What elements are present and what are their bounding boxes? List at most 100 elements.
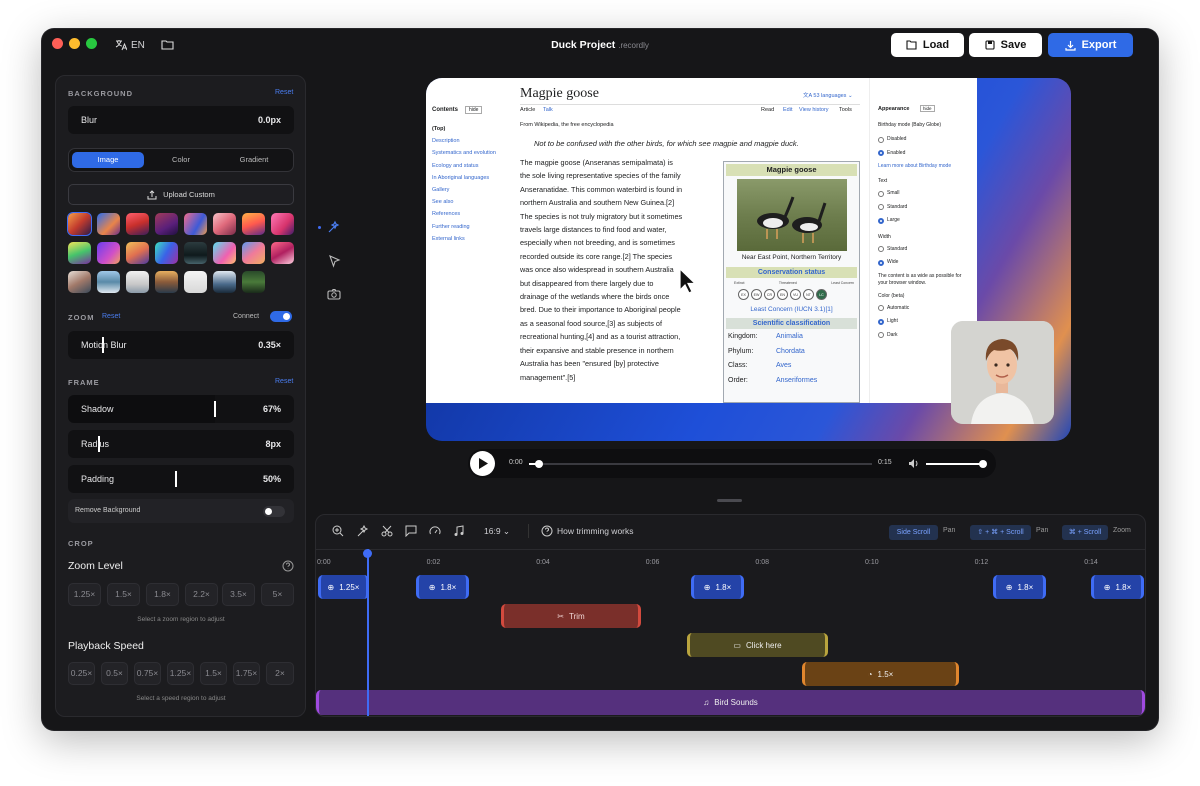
wallpaper-thumb[interactable] [184,271,207,293]
annotation-clip[interactable]: ▭ Click here [687,633,828,657]
scissors-icon[interactable] [381,525,393,537]
tab-color[interactable]: Color [145,152,217,168]
magic-wand-icon[interactable] [326,219,342,235]
frame-reset-link[interactable]: Reset [275,378,293,385]
audio-clip[interactable]: ♫ Bird Sounds [316,690,1145,715]
blur-slider[interactable]: Blur 0.0px [68,106,294,134]
wallpaper-thumb[interactable] [213,242,236,264]
shadow-slider[interactable]: Shadow 67% [68,395,294,423]
zoom-level-option[interactable]: 1.25× [68,583,101,606]
wallpaper-thumb[interactable] [213,213,236,235]
cursor-icon[interactable] [326,253,342,269]
speed-option[interactable]: 0.75× [134,662,161,685]
wallpaper-thumb[interactable] [155,271,178,293]
tab-image[interactable]: Image [72,152,144,168]
motion-blur-slider[interactable]: Motion Blur 0.35× [68,331,294,359]
wallpaper-thumb[interactable] [155,242,178,264]
wallpaper-thumb[interactable] [242,271,265,293]
wallpaper-thumb[interactable] [97,242,120,264]
wallpaper-thumb[interactable] [68,242,91,264]
save-button[interactable]: Save [969,33,1042,57]
webcam-overlay[interactable] [951,321,1054,424]
speed-option[interactable]: 0.5× [101,662,128,685]
wallpaper-thumb[interactable] [126,271,149,293]
appearance-title: Appearance [878,106,910,112]
wiki-hatnote: Not to be confused with the other birds,… [534,139,799,148]
wallpaper-thumb[interactable] [126,213,149,235]
remove-background-toggle[interactable] [263,506,285,517]
wallpaper-thumb[interactable] [242,213,265,235]
speed-option[interactable]: 1.75× [233,662,260,685]
zoom-level-option[interactable]: 5× [261,583,294,606]
background-reset-link[interactable]: Reset [275,89,293,96]
seek-handle[interactable] [535,460,544,468]
appearance-text: Width [878,233,891,240]
speed-clip[interactable]: ◔ 1.5× [802,662,959,686]
speed-option[interactable]: 0.25× [68,662,95,685]
remove-background-row: Remove Background [68,499,294,523]
scissors-icon: ✂ [557,611,564,621]
comment-icon[interactable] [405,525,417,537]
volume-icon[interactable] [908,458,920,469]
volume-handle[interactable] [979,460,987,468]
zoom-reset-link[interactable]: Reset [102,313,120,320]
help-icon[interactable] [282,560,294,572]
playhead[interactable] [367,549,369,716]
load-button[interactable]: Load [891,33,964,57]
zoom-clip[interactable]: ⊕ 1.25× [318,575,369,599]
speedometer-icon[interactable] [429,525,441,537]
wallpaper-thumb[interactable] [184,242,207,264]
speed-option[interactable]: 2× [266,662,294,685]
zoom-level-option[interactable]: 1.5× [107,583,140,606]
wallpaper-thumb[interactable] [184,213,207,235]
zoom-level-option[interactable]: 1.8× [146,583,179,606]
wallpaper-thumb[interactable] [68,271,91,293]
wallpaper-thumb[interactable] [271,242,294,264]
camera-icon[interactable] [326,286,342,302]
zoom-level-option[interactable]: 3.5× [222,583,255,606]
wallpaper-thumb[interactable] [271,213,294,235]
trim-clip[interactable]: ✂ Trim [501,604,641,628]
zoom-clip-label: 1.8× [1115,582,1132,592]
wallpaper-thumb[interactable] [126,242,149,264]
seek-track[interactable] [529,460,872,468]
how-trimming-works-link[interactable]: How trimming works [557,526,634,536]
zoom-level-hint: Select a zoom region to adjust [137,616,225,623]
zoom-clip[interactable]: ⊕ 1.8× [691,575,744,599]
zoom-clip[interactable]: ⊕ 1.8× [1091,575,1144,599]
connect-toggle[interactable] [270,311,292,322]
padding-handle[interactable] [175,471,177,487]
wiki-contents-list: (Top) Description Systematics and evolutio… [432,123,517,245]
wiki-languages: 文A 53 languages ⌄ [803,93,853,99]
zoom-clip[interactable]: ⊕ 1.8× [993,575,1046,599]
wallpaper-thumb[interactable] [97,271,120,293]
infobox-title: Magpie goose [726,164,857,176]
zoom-level-option[interactable]: 2.2× [185,583,218,606]
shadow-handle[interactable] [214,401,216,417]
wallpaper-thumb[interactable] [67,212,92,236]
music-note-icon[interactable] [453,525,465,537]
infobox-row-key: Order: [728,376,748,384]
zoom-clip[interactable]: ⊕ 1.8× [416,575,469,599]
tab-gradient[interactable]: Gradient [218,152,290,168]
wallpaper-thumb[interactable] [242,242,265,264]
save-label: Save [1000,39,1027,51]
annotation-clip-label: Click here [745,640,782,650]
time-tick-label: 0:14 [1084,559,1098,566]
magic-wand-icon[interactable] [357,525,369,537]
volume-track[interactable] [926,460,987,468]
playhead-handle[interactable] [363,549,372,558]
export-button[interactable]: Export [1048,33,1133,57]
resize-handle[interactable] [717,499,742,502]
upload-custom-button[interactable]: Upload Custom [68,184,294,205]
speed-option[interactable]: 1.25× [167,662,194,685]
wallpaper-thumb[interactable] [155,213,178,235]
play-button[interactable] [470,451,495,476]
radius-slider[interactable]: Radius 8px [68,430,294,458]
zoom-in-icon[interactable] [332,525,344,537]
padding-slider[interactable]: Padding 50% [68,465,294,493]
wallpaper-thumb[interactable] [97,213,120,235]
aspect-ratio-dropdown[interactable]: 16:9 ⌄ [484,526,510,537]
wallpaper-thumb[interactable] [213,271,236,293]
speed-option[interactable]: 1.5× [200,662,227,685]
